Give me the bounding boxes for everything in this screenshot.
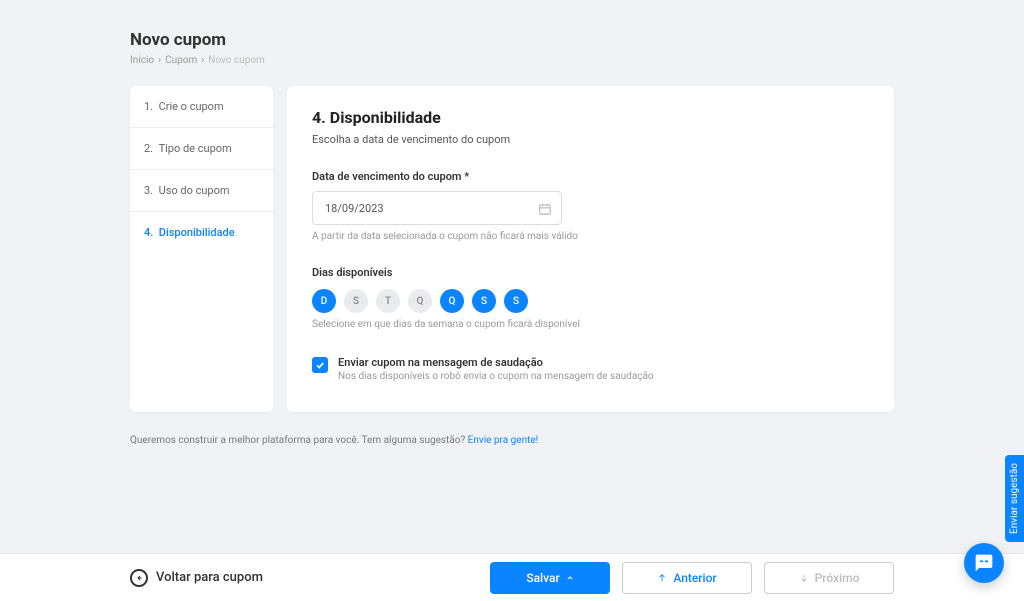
sidebar-step-2[interactable]: 2. Tipo de cupom bbox=[130, 128, 273, 170]
arrow-down-icon bbox=[799, 573, 809, 583]
greeting-checkbox-desc: Nos dias disponíveis o robô envia o cupo… bbox=[338, 371, 869, 382]
day-toggle-tue[interactable]: T bbox=[376, 289, 400, 313]
next-button[interactable]: Próximo bbox=[764, 562, 894, 594]
chat-icon bbox=[974, 553, 994, 573]
suggestion-link[interactable]: Envie pra gente! bbox=[468, 435, 539, 446]
day-toggle-thu[interactable]: Q bbox=[440, 289, 464, 313]
content-card: 4. Disponibilidade Escolha a data de ven… bbox=[287, 86, 894, 412]
days-label: Dias disponíveis bbox=[312, 266, 869, 279]
section-title: 4. Disponibilidade bbox=[312, 108, 869, 127]
calendar-icon[interactable] bbox=[538, 201, 552, 215]
expiry-date-input[interactable] bbox=[312, 191, 562, 225]
arrow-up-icon bbox=[657, 573, 667, 583]
greeting-checkbox-label: Enviar cupom na mensagem de saudação bbox=[338, 356, 869, 369]
save-button[interactable]: Salvar bbox=[490, 562, 610, 594]
footer-bar: Voltar para cupom Salvar Anterior Próxim… bbox=[0, 553, 1024, 601]
steps-sidebar: 1. Crie o cupom 2. Tipo de cupom 3. Uso … bbox=[130, 86, 273, 412]
feedback-side-tab[interactable]: Enviar sugestão bbox=[1005, 455, 1024, 542]
back-arrow-icon bbox=[130, 569, 148, 587]
breadcrumb: Início › Cupom › Novo cupom bbox=[130, 55, 894, 66]
sidebar-step-1[interactable]: 1. Crie o cupom bbox=[130, 86, 273, 128]
sidebar-step-3[interactable]: 3. Uso do cupom bbox=[130, 170, 273, 212]
back-link[interactable]: Voltar para cupom bbox=[130, 569, 263, 587]
breadcrumb-home[interactable]: Início bbox=[130, 55, 154, 66]
breadcrumb-parent[interactable]: Cupom bbox=[165, 55, 197, 66]
expiry-helper: A partir da data selecionada o cupom não… bbox=[312, 231, 869, 242]
days-helper: Selecione em que dias da semana o cupom … bbox=[312, 319, 869, 330]
page-title: Novo cupom bbox=[130, 30, 894, 50]
day-toggle-sat[interactable]: S bbox=[504, 289, 528, 313]
greeting-checkbox[interactable] bbox=[312, 357, 328, 373]
day-toggle-sun[interactable]: D bbox=[312, 289, 336, 313]
breadcrumb-current: Novo cupom bbox=[208, 55, 265, 66]
day-circles: D S T Q Q S S bbox=[312, 289, 869, 313]
day-toggle-wed[interactable]: Q bbox=[408, 289, 432, 313]
sidebar-step-4[interactable]: 4. Disponibilidade bbox=[130, 212, 273, 253]
day-toggle-fri[interactable]: S bbox=[472, 289, 496, 313]
expiry-label: Data de vencimento do cupom * bbox=[312, 170, 869, 183]
previous-button[interactable]: Anterior bbox=[622, 562, 752, 594]
suggestion-line: Queremos construir a melhor plataforma p… bbox=[130, 435, 538, 446]
section-subtitle: Escolha a data de vencimento do cupom bbox=[312, 133, 869, 146]
day-toggle-mon[interactable]: S bbox=[344, 289, 368, 313]
chevron-up-icon bbox=[566, 574, 574, 582]
chat-fab[interactable] bbox=[964, 543, 1004, 583]
